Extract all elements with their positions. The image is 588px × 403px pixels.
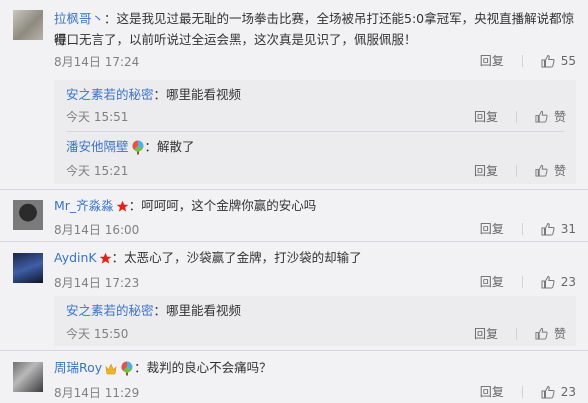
- reply-divider: [66, 131, 564, 132]
- comment-item: 拉枫哥丶：这是我见过最无耻的一场拳击比赛，全场被吊打还能5:0拿冠军，央视直播解…: [0, 0, 588, 190]
- comment-username[interactable]: Mr_齐淼淼: [54, 198, 114, 213]
- reply-actions: 回复 赞: [474, 108, 566, 125]
- comment-time: 8月14日 17:24: [54, 55, 140, 69]
- comment-text: ：裁判的良心不会痛吗？: [134, 360, 272, 375]
- reply-actions: 回复 赞: [474, 162, 566, 179]
- like-button[interactable]: 赞: [554, 108, 566, 125]
- reply-actions: 回复 赞: [474, 325, 566, 342]
- divider: [515, 110, 517, 123]
- comment-item: AydinK ：太恶心了，沙袋赢了金牌，打沙袋的却输了 8月14日 17:23 …: [0, 242, 588, 350]
- reply-button[interactable]: 回复: [474, 162, 498, 179]
- avatar[interactable]: [13, 253, 43, 283]
- divider: [521, 54, 523, 67]
- reply-text: ：解散了: [144, 139, 195, 154]
- like-count[interactable]: 31: [561, 222, 576, 236]
- comment-actions: 回复 23: [480, 383, 576, 400]
- thumb-up-icon[interactable]: [541, 275, 555, 289]
- reply-username[interactable]: 安之素若的秘密: [66, 303, 154, 318]
- comment-item: 周瑞Roy ：裁判的良心不会痛吗？ 8月14日 11:29 回复 23: [0, 351, 588, 403]
- thumb-up-icon[interactable]: [541, 54, 555, 68]
- thumb-up-icon[interactable]: [535, 327, 548, 340]
- avatar[interactable]: [13, 10, 43, 40]
- reply-item: 安之素若的秘密：哪里能看视频: [66, 300, 241, 321]
- thumb-up-icon[interactable]: [541, 385, 555, 399]
- comment-feed: 拉枫哥丶：这是我见过最无耻的一场拳击比赛，全场被吊打还能5:0拿冠军，央视直播解…: [0, 0, 588, 403]
- reply-time: 今天 15:51: [66, 110, 129, 124]
- balloon-badge-icon: [121, 361, 133, 376]
- divider: [521, 222, 523, 235]
- like-count[interactable]: 23: [561, 275, 576, 289]
- like-button[interactable]: 赞: [554, 325, 566, 342]
- reply-time: 今天 15:50: [66, 327, 129, 341]
- divider: [515, 164, 517, 177]
- reply-button[interactable]: 回复: [480, 220, 504, 237]
- comment-item: Mr_齐淼淼 ：呵呵呵，这个金牌你赢的安心吗 8月14日 16:00 回复 31: [0, 190, 588, 242]
- comment-time: 8月14日 11:29: [54, 386, 140, 400]
- reply-text: ：哪里能看视频: [153, 87, 242, 102]
- divider: [515, 327, 517, 340]
- reply-username[interactable]: 潘安他隔壁: [66, 139, 129, 154]
- comment-actions: 回复 23: [480, 273, 576, 290]
- star-badge-icon: [116, 200, 129, 212]
- comment-time: 8月14日 16:00: [54, 223, 140, 237]
- divider: [521, 275, 523, 288]
- avatar[interactable]: [13, 362, 43, 392]
- reply-container: 安之素若的秘密：哪里能看视频 今天 15:51 回复 赞 潘安他隔壁 ：解散了 …: [54, 80, 576, 184]
- comment-username[interactable]: 周瑞Roy: [54, 360, 102, 375]
- reply-item: 安之素若的秘密：哪里能看视频: [66, 84, 241, 105]
- comment-username[interactable]: 拉枫哥丶: [54, 11, 104, 26]
- vip-badge-icon: [105, 363, 117, 374]
- avatar[interactable]: [13, 200, 43, 230]
- reply-time: 今天 15:21: [66, 164, 129, 178]
- comment-text-cont: 哑口无言了，以前听说过全运会黑，这次真是见识了，佩服佩服！: [54, 32, 417, 47]
- thumb-up-icon[interactable]: [541, 222, 555, 236]
- comment-text: ：呵呵呵，这个金牌你赢的安心吗: [128, 198, 317, 213]
- like-button[interactable]: 赞: [554, 162, 566, 179]
- comment-time: 8月14日 17:23: [54, 276, 140, 290]
- thumb-up-icon[interactable]: [535, 110, 548, 123]
- like-count[interactable]: 23: [561, 385, 576, 399]
- comment-actions: 回复 31: [480, 220, 576, 237]
- comment-actions: 回复 55: [480, 52, 576, 69]
- reply-text: ：哪里能看视频: [153, 303, 242, 318]
- reply-button[interactable]: 回复: [474, 325, 498, 342]
- reply-button[interactable]: 回复: [480, 383, 504, 400]
- comment-text: ：太恶心了，沙袋赢了金牌，打沙袋的却输了: [111, 250, 362, 265]
- reply-item: 潘安他隔壁 ：解散了: [66, 136, 195, 157]
- like-count[interactable]: 55: [561, 54, 576, 68]
- thumb-up-icon[interactable]: [535, 164, 548, 177]
- reply-button[interactable]: 回复: [480, 273, 504, 290]
- comment-username[interactable]: AydinK: [54, 250, 97, 265]
- reply-button[interactable]: 回复: [474, 108, 498, 125]
- divider: [521, 385, 523, 398]
- reply-container: 安之素若的秘密：哪里能看视频 今天 15:50 回复 赞: [54, 296, 576, 346]
- reply-button[interactable]: 回复: [480, 52, 504, 69]
- reply-username[interactable]: 安之素若的秘密: [66, 87, 154, 102]
- star-badge-icon: [99, 252, 111, 264]
- balloon-badge-icon: [131, 140, 144, 155]
